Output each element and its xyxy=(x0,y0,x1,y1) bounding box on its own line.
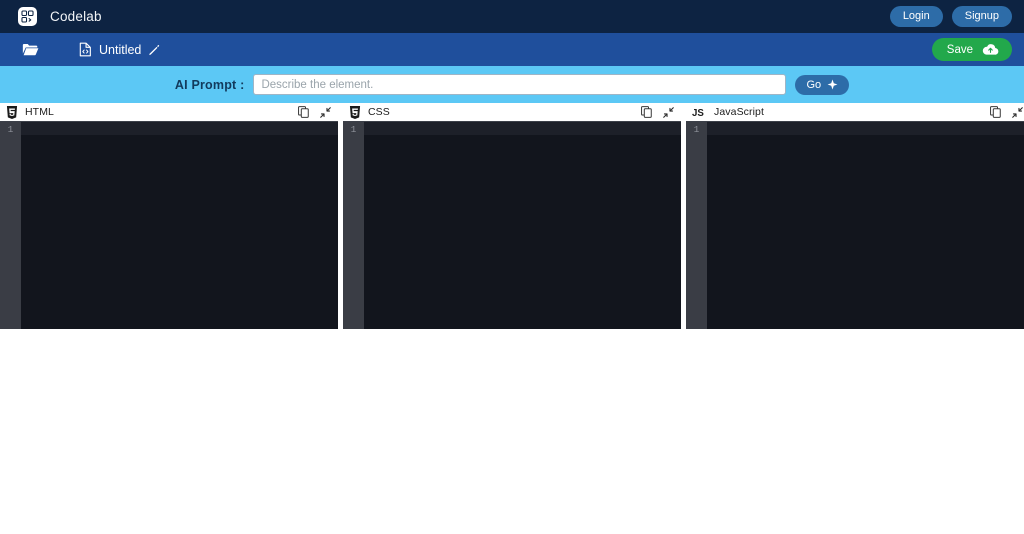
svg-text:JS: JS xyxy=(692,108,704,119)
copy-icon[interactable] xyxy=(641,106,652,118)
pencil-icon[interactable] xyxy=(148,44,160,56)
panel-title-css: CSS xyxy=(368,106,390,118)
save-button[interactable]: Save xyxy=(931,38,1012,61)
brand-name: Codelab xyxy=(50,9,102,24)
js-icon: JS xyxy=(692,106,707,119)
panel-title-javascript: JavaScript xyxy=(714,106,765,118)
shrink-arrows-icon[interactable] xyxy=(1012,106,1023,118)
copy-icon[interactable] xyxy=(990,106,1001,118)
editor-panels: HTML 1 CSS 1 JS JavaScript 1 xyxy=(0,103,1024,329)
ai-prompt-label: AI Prompt : xyxy=(174,77,245,92)
signup-button[interactable]: Signup xyxy=(951,5,1012,28)
ai-prompt-input[interactable] xyxy=(253,74,787,95)
panel-actions-css xyxy=(641,106,674,118)
line-numbers-html: 1 xyxy=(0,122,21,329)
file-name-label: Untitled xyxy=(99,42,142,57)
save-label: Save xyxy=(946,43,973,56)
copy-icon[interactable] xyxy=(298,106,309,118)
top-navbar: Codelab Login Signup xyxy=(0,0,1024,33)
folder-open-icon[interactable] xyxy=(22,42,39,57)
cloud-upload-icon xyxy=(982,43,999,56)
ai-prompt-bar: AI Prompt : Go xyxy=(0,66,1024,103)
file-code-icon xyxy=(79,42,92,57)
sparkle-icon xyxy=(827,79,838,90)
auth-actions: Login Signup xyxy=(889,5,1012,28)
active-line-html xyxy=(21,122,338,135)
editor-panel-css: CSS 1 xyxy=(343,103,681,329)
line-numbers-javascript: 1 xyxy=(686,122,707,329)
panel-actions-javascript xyxy=(990,106,1023,118)
panel-header-javascript: JS JavaScript xyxy=(686,103,1024,121)
file-toolbar: Untitled Save xyxy=(0,33,1024,66)
code-area-javascript[interactable] xyxy=(707,122,1024,329)
go-button[interactable]: Go xyxy=(795,74,850,95)
editor-panel-javascript: JS JavaScript 1 xyxy=(686,103,1024,329)
editor-body-css[interactable]: 1 xyxy=(343,121,681,329)
brand[interactable]: Codelab xyxy=(18,7,102,26)
editor-body-javascript[interactable]: 1 xyxy=(686,121,1024,329)
code-area-css[interactable] xyxy=(364,122,681,329)
panel-header-html: HTML xyxy=(0,103,338,121)
line-numbers-css: 1 xyxy=(343,122,364,329)
html5-icon xyxy=(6,105,18,119)
code-area-html[interactable] xyxy=(21,122,338,329)
panel-title-html: HTML xyxy=(25,106,54,118)
codelab-logo-icon xyxy=(18,7,37,26)
go-label: Go xyxy=(806,78,822,91)
current-file[interactable]: Untitled xyxy=(79,42,160,57)
shrink-arrows-icon[interactable] xyxy=(320,106,331,118)
editor-panel-html: HTML 1 xyxy=(0,103,338,329)
editor-body-html[interactable]: 1 xyxy=(0,121,338,329)
active-line-css xyxy=(364,122,681,135)
active-line-javascript xyxy=(707,122,1024,135)
panel-header-css: CSS xyxy=(343,103,681,121)
shrink-arrows-icon[interactable] xyxy=(663,106,674,118)
css3-icon xyxy=(349,105,361,119)
login-button[interactable]: Login xyxy=(889,5,943,28)
panel-actions-html xyxy=(298,106,331,118)
